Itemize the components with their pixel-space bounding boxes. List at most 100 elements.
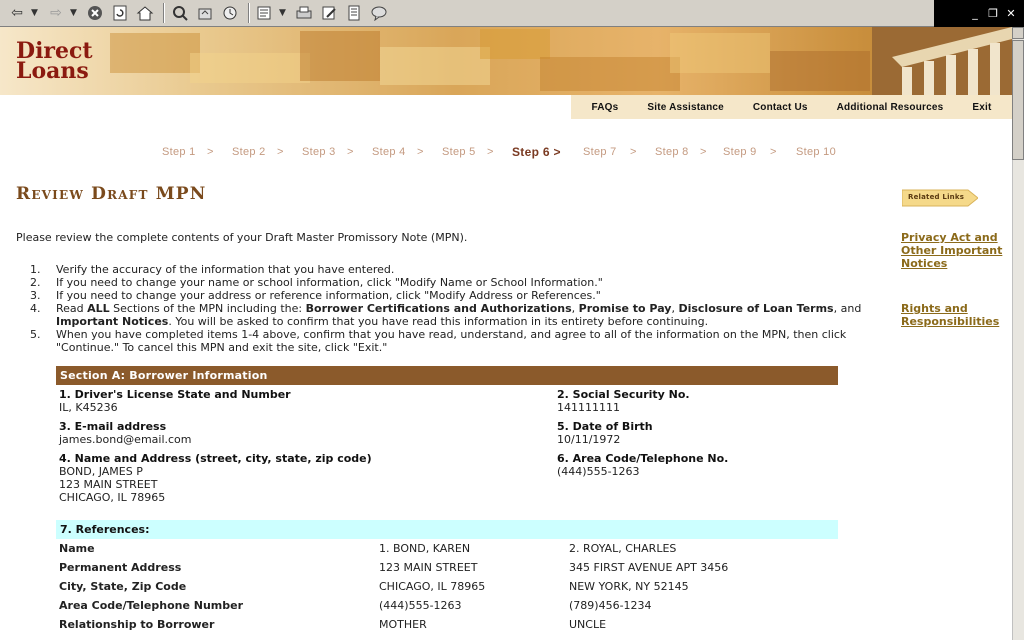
field-value: CHICAGO, IL 78965 [59, 491, 166, 504]
instruction-4-bold: Disclosure of Loan Terms [678, 302, 834, 315]
step-1: Step 1 [162, 146, 196, 158]
logo-line-2: Loans [16, 58, 89, 84]
row-label: Permanent Address [59, 561, 182, 574]
print-icon[interactable] [293, 2, 315, 24]
dob-field: 5. Date of Birth 10/11/1972 [557, 420, 653, 446]
step-sep: > [207, 146, 214, 158]
messenger-icon[interactable] [368, 2, 390, 24]
step-5: Step 5 [442, 146, 476, 158]
field-label: 5. Date of Birth [557, 420, 653, 433]
instruction-4-bold: Promise to Pay [578, 302, 672, 315]
favorites-icon[interactable] [194, 2, 216, 24]
banner-decoration [300, 31, 380, 81]
instruction-4-text: , and [833, 302, 862, 315]
reference-1-value: 123 MAIN STREET [379, 561, 478, 574]
step-sep: > [347, 146, 354, 158]
minimize-button[interactable]: _ [968, 7, 982, 20]
reference-1-value: MOTHER [379, 618, 427, 631]
step-4: Step 4 [372, 146, 406, 158]
drivers-license-field: 1. Driver's License State and Number IL,… [59, 388, 291, 414]
instruction-4-bold: ALL [87, 302, 110, 315]
field-value: (444)555-1263 [557, 465, 640, 478]
edit-icon[interactable] [318, 2, 340, 24]
nav-additional-resources[interactable]: Additional Resources [837, 102, 944, 113]
reference-2-value: (789)456-1234 [569, 599, 652, 612]
scroll-up-button[interactable] [1012, 27, 1024, 39]
nav-site-assistance[interactable]: Site Assistance [647, 102, 724, 113]
reference-2-value: UNCLE [569, 618, 607, 631]
nav-contact-us[interactable]: Contact Us [753, 102, 808, 113]
nav-faqs[interactable]: FAQs [591, 102, 618, 113]
top-nav: FAQs Site Assistance Contact Us Addition… [571, 95, 1012, 119]
reference-1-value: CHICAGO, IL 78965 [379, 580, 486, 593]
search-icon[interactable] [169, 2, 191, 24]
telephone-field: 6. Area Code/Telephone No. (444)555-1263 [557, 452, 728, 478]
step-3: Step 3 [302, 146, 336, 158]
home-icon[interactable] [134, 2, 156, 24]
stop-icon[interactable] [84, 2, 106, 24]
instruction-4-text: Read [56, 302, 88, 315]
step-sep: > [487, 146, 494, 158]
step-6: Step 6 > [512, 145, 561, 159]
instruction-4-text: , [571, 302, 579, 315]
banner-decoration [480, 29, 550, 59]
instruction-3: If you need to change your address or re… [56, 289, 601, 302]
field-label: 4. Name and Address (street, city, state… [59, 452, 372, 465]
row-label: City, State, Zip Code [59, 580, 187, 593]
section-a-heading: Section A: Borrower Information [56, 366, 838, 385]
list-item: 1. Verify the accuracy of the information… [30, 263, 395, 276]
history-icon[interactable] [219, 2, 241, 24]
step-7: Step 7 [583, 146, 617, 158]
name-address-field: 4. Name and Address (street, city, state… [59, 452, 372, 504]
step-2: Step 2 [232, 146, 266, 158]
banner-decoration [380, 47, 490, 85]
instructions-list: 1. Verify the accuracy of the information… [30, 263, 880, 354]
refresh-icon[interactable] [109, 2, 131, 24]
privacy-act-link[interactable]: Privacy Act and Other Important Notices [901, 231, 1011, 270]
list-item: 2. If you need to change your name or sch… [30, 276, 603, 289]
reference-2-value: 345 FIRST AVENUE APT 3456 [569, 561, 729, 574]
related-links-label: Related Links [908, 193, 965, 201]
rights-responsibilities-link[interactable]: Rights and Responsibilities [901, 302, 1011, 328]
mail-icon[interactable] [254, 2, 276, 24]
step-sep: > [700, 146, 707, 158]
reference-2-value: NEW YORK, NY 52145 [569, 580, 689, 593]
instruction-2: If you need to change your name or schoo… [56, 276, 603, 289]
discuss-icon[interactable] [343, 2, 365, 24]
instruction-4-text: Sections of the MPN including the: [109, 302, 306, 315]
instruction-4-bold: Borrower Certifications and Authorizatio… [305, 302, 572, 315]
table-row: City, State, Zip Code CHICAGO, IL 78965 … [59, 580, 839, 599]
row-label: Relationship to Borrower [59, 618, 215, 631]
dropdown-arrow-icon[interactable]: ▼ [70, 8, 80, 18]
header-banner: Direct Loans [0, 27, 1012, 95]
field-label: 2. Social Security No. [557, 388, 690, 401]
instruction-4-text: . You will be asked to confirm that you … [168, 315, 709, 328]
related-links-tab: Related Links [901, 188, 979, 208]
references-heading: 7. References: [56, 520, 838, 539]
field-value: 141111111 [557, 401, 620, 414]
field-label: 1. Driver's License State and Number [59, 388, 291, 401]
toolbar-separator [248, 3, 250, 23]
dropdown-arrow-icon[interactable]: ▼ [279, 8, 289, 18]
back-arrow-icon[interactable]: ⇦ [6, 2, 28, 24]
banner-decoration [770, 51, 870, 91]
ssn-field: 2. Social Security No. 141111111 [557, 388, 690, 414]
banner-decoration [540, 57, 680, 91]
reference-1-value: 1. BOND, KAREN [379, 542, 471, 555]
forward-arrow-icon[interactable]: ⇨ [45, 2, 67, 24]
email-field: 3. E-mail address james.bond@email.com [59, 420, 192, 446]
direct-loans-logo[interactable]: Direct Loans [16, 40, 93, 84]
instruction-5: When you have completed items 1-4 above,… [56, 328, 847, 354]
scrollbar-thumb[interactable] [1012, 40, 1024, 160]
banner-decoration [190, 53, 310, 83]
table-row: Permanent Address 123 MAIN STREET 345 FI… [59, 561, 839, 580]
close-button[interactable]: ✕ [1004, 7, 1018, 20]
field-value: 123 MAIN STREET [59, 478, 158, 491]
step-sep: > [417, 146, 424, 158]
dropdown-arrow-icon[interactable]: ▼ [31, 8, 41, 18]
nav-exit[interactable]: Exit [972, 102, 991, 113]
toolbar-separator [163, 3, 165, 23]
maximize-button[interactable]: ❐ [986, 7, 1000, 20]
reference-2-value: 2. ROYAL, CHARLES [569, 542, 677, 555]
field-label: 3. E-mail address [59, 420, 167, 433]
